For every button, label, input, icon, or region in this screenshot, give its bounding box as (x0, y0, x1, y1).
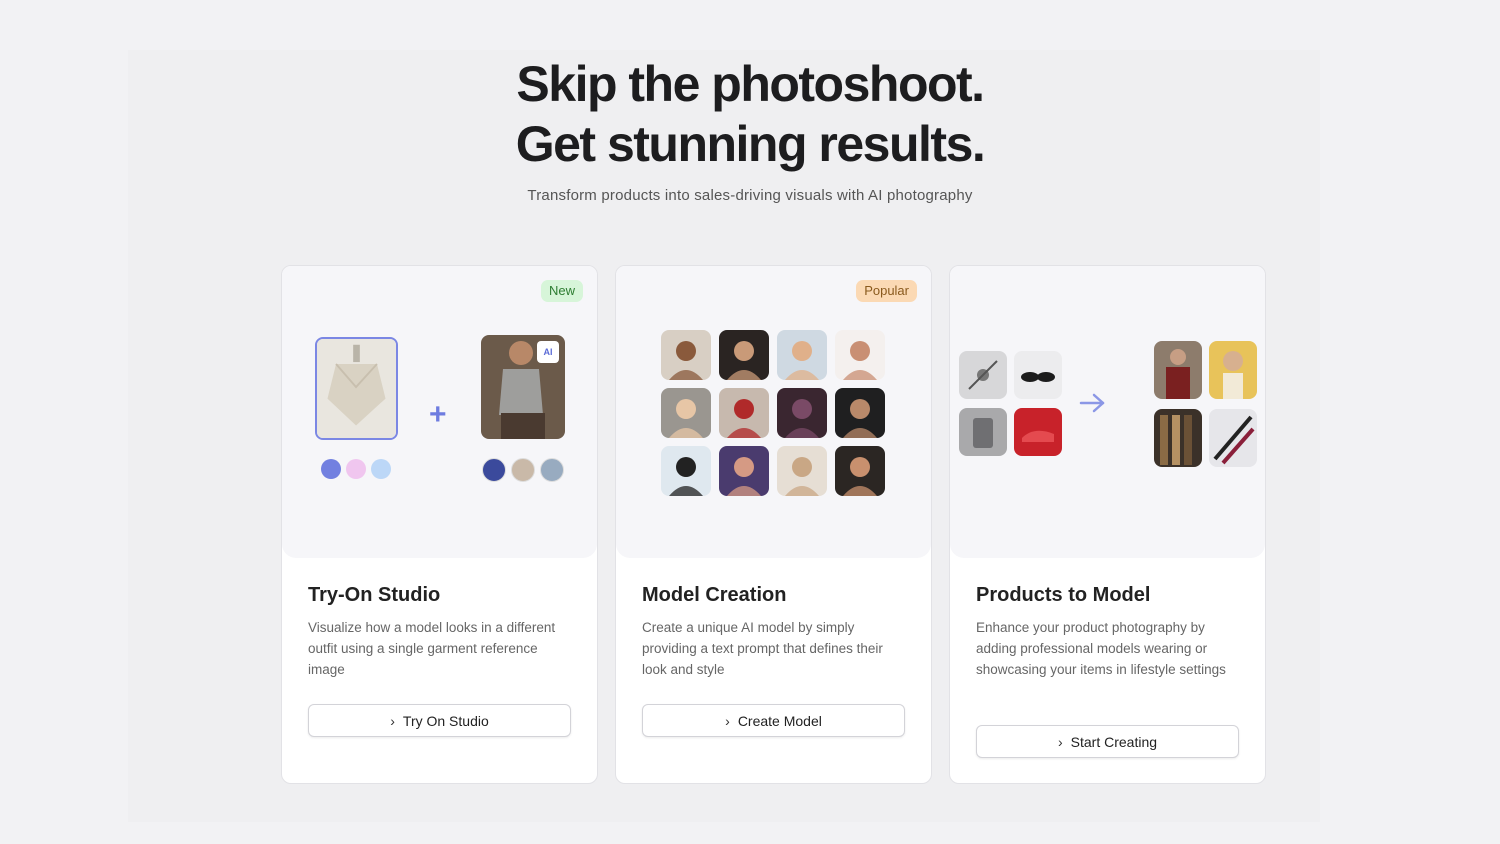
card-title: Products to Model (976, 584, 1151, 606)
try-on-studio-button[interactable]: › Try On Studio (308, 704, 571, 737)
card-title: Try-On Studio (308, 584, 441, 606)
product-thumb-sneaker (1014, 408, 1062, 456)
button-label: Create Model (737, 712, 822, 729)
card-media (950, 266, 1265, 558)
button-label: Start Creating (1070, 733, 1158, 750)
badge-popular: Popular (856, 280, 917, 302)
model-portrait (835, 330, 885, 380)
model-avatar-2[interactable] (511, 458, 535, 482)
model-portrait (719, 388, 769, 438)
model-portrait (661, 388, 711, 438)
card-products-to-model: Products to Model Enhance your product p… (949, 265, 1266, 784)
badge-new: New (540, 280, 583, 302)
card-description: Enhance your product photography by addi… (976, 620, 1226, 677)
result-thumb-2 (1209, 341, 1257, 399)
color-dot-blue[interactable] (321, 459, 341, 479)
model-portrait (777, 330, 827, 380)
hero-subtitle: Transform products into sales-driving vi… (527, 187, 973, 204)
hero-title: Skip the photoshoot. Get stunning result… (0, 54, 1500, 174)
product-thumb-bag (959, 408, 1007, 456)
garment-image (315, 337, 398, 440)
model-portrait (777, 446, 827, 496)
card-description: Create a unique AI model by simply provi… (642, 620, 883, 677)
model-portrait (661, 446, 711, 496)
button-label: Try On Studio (402, 712, 489, 729)
model-portrait (719, 446, 769, 496)
color-dot-lightblue[interactable] (371, 459, 391, 479)
product-thumb-watch (959, 351, 1007, 399)
create-model-button[interactable]: › Create Model (642, 704, 905, 737)
model-portrait (777, 388, 827, 438)
card-model-creation: Popular Model Creation Create a unique A… (615, 265, 932, 784)
hero-title-line2: Get stunning results. (515, 116, 986, 172)
ai-tag: AI (537, 341, 559, 363)
hero-title-line1: Skip the photoshoot. (516, 56, 985, 112)
color-dot-pink[interactable] (346, 459, 366, 479)
model-avatar-3[interactable] (540, 458, 564, 482)
card-media: New + AI (282, 266, 597, 558)
card-try-on-studio: New + AI Try-On Studio Visualize how a m… (281, 265, 598, 784)
model-portrait (719, 330, 769, 380)
model-image: AI (481, 335, 565, 439)
chevron-right-icon: › (1057, 733, 1063, 750)
result-thumb-3 (1154, 409, 1202, 467)
result-thumb-1 (1154, 341, 1202, 399)
model-portrait (835, 388, 885, 438)
plus-icon: + (429, 398, 447, 431)
product-thumb-sunglasses (1014, 351, 1062, 399)
card-media: Popular (616, 266, 931, 558)
chevron-right-icon: › (725, 712, 730, 729)
model-portrait (835, 446, 885, 496)
chevron-right-icon: › (390, 712, 395, 729)
arrow-right-icon (1079, 393, 1105, 413)
card-description: Visualize how a model looks in a differe… (308, 620, 556, 677)
model-portrait (661, 330, 711, 380)
result-thumb-4 (1209, 409, 1257, 467)
card-title: Model Creation (642, 584, 787, 606)
model-avatar-1[interactable] (482, 458, 506, 482)
start-creating-button[interactable]: › Start Creating (976, 725, 1239, 758)
